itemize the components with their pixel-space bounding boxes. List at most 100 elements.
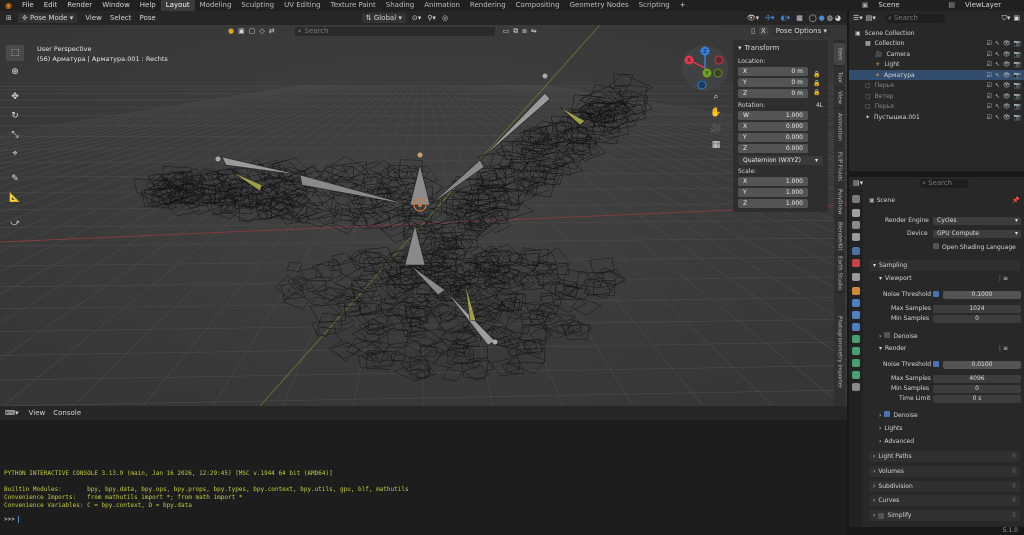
- eye-icon[interactable]: 👁: [1003, 51, 1011, 58]
- noise-threshold-checkbox[interactable]: [933, 291, 942, 299]
- rotate-icon[interactable]: ↻: [6, 108, 24, 124]
- menu-help[interactable]: Help: [135, 0, 161, 11]
- particles-tab-icon[interactable]: [852, 311, 860, 319]
- sidebar-tab-polydraw[interactable]: PolyDraw: [834, 187, 845, 217]
- measure-icon[interactable]: 📐: [6, 190, 24, 206]
- new-collection-icon[interactable]: ▣: [1013, 14, 1020, 22]
- tab-rendering[interactable]: Rendering: [465, 0, 511, 11]
- select-arrow-icon[interactable]: ↖: [995, 103, 1000, 110]
- drag-handle-icon[interactable]: ⠿: [1012, 468, 1016, 475]
- bone-constraint-tab-icon[interactable]: [852, 371, 860, 379]
- tab-shading[interactable]: Shading: [381, 0, 419, 11]
- time-limit-field[interactable]: 0 s: [933, 395, 1021, 403]
- scale-y-field[interactable]: Y 1.000: [738, 188, 808, 197]
- outliner-row[interactable]: ▢ Перья ☑ ↖ 👁 📷: [849, 81, 1024, 91]
- rotation-x-field[interactable]: X 0.000: [738, 122, 808, 131]
- eye-icon[interactable]: 👁: [1003, 82, 1011, 89]
- physics-tab-icon[interactable]: [852, 323, 860, 331]
- render-engine-select[interactable]: Cycles ▾: [933, 217, 1021, 225]
- curves-section[interactable]: › Curves ⠿: [869, 495, 1020, 506]
- outliner-row[interactable]: ▢ Ветер ☑ ↖ 👁 📷: [849, 91, 1024, 101]
- viewport-noise-threshold-field[interactable]: 0.1000: [943, 291, 1021, 299]
- orientation-selector[interactable]: ⇅ Global ▾: [361, 13, 406, 23]
- checkbox-icon[interactable]: ☑: [986, 82, 991, 89]
- toggle-icon[interactable]: ▭: [503, 27, 510, 35]
- checkbox-icon[interactable]: ☑: [986, 103, 991, 110]
- outliner-row[interactable]: ▣ Scene Collection: [849, 28, 1024, 38]
- sampling-section[interactable]: ▾ Sampling: [869, 260, 1020, 271]
- location-y-field[interactable]: Y 0 m: [738, 78, 808, 87]
- camera-render-icon[interactable]: 📷: [1014, 82, 1021, 89]
- view-layer-selector[interactable]: ViewLayer: [960, 0, 1024, 11]
- subdivision-section[interactable]: › Subdivision ⠿: [869, 481, 1020, 492]
- select-arrow-icon[interactable]: ↖: [995, 51, 1000, 58]
- outliner-row[interactable]: ▦ Collection ☑ ↖ 👁 📷: [849, 39, 1024, 49]
- bone-tab-icon[interactable]: [852, 359, 860, 367]
- object-tab-icon[interactable]: [852, 287, 860, 295]
- material-tab-icon[interactable]: [852, 383, 860, 391]
- panel-icon[interactable]: ▯: [751, 27, 755, 35]
- location-x-field[interactable]: X 0 m: [738, 67, 808, 76]
- properties-search[interactable]: ⌕ Search: [919, 178, 970, 188]
- outliner-row[interactable]: ✦ Пустышка.001 ☑ ↖ 👁 📷: [849, 112, 1024, 122]
- editor-type-icon[interactable]: ⊞: [6, 14, 12, 22]
- presets-icon[interactable]: ⋮≡: [997, 345, 1008, 352]
- close-filter-button[interactable]: X: [759, 27, 768, 35]
- lock-icon[interactable]: 🔒: [813, 89, 820, 96]
- outliner-search[interactable]: ⌕ Search: [884, 13, 945, 23]
- sidebar-tab-item[interactable]: Item: [834, 43, 845, 65]
- tab-geometry-nodes[interactable]: Geometry Nodes: [565, 0, 634, 11]
- tab-layout[interactable]: Layout: [160, 0, 195, 11]
- presets-icon[interactable]: ⋮≡: [997, 275, 1008, 282]
- flip-icon[interactable]: ⇋: [531, 27, 537, 35]
- pivot-icon[interactable]: ⊙▾: [412, 14, 421, 22]
- tab-uv-editing[interactable]: UV Editing: [279, 0, 326, 11]
- drag-handle-icon[interactable]: ⠿: [1012, 512, 1016, 519]
- visibility-icon[interactable]: 👁▾: [747, 14, 759, 22]
- menu-console[interactable]: Console: [53, 409, 81, 417]
- camera-render-icon[interactable]: 📷: [1014, 72, 1021, 79]
- view-layer-tab-icon[interactable]: [852, 233, 860, 241]
- simplify-section[interactable]: › Simplify ⠿: [869, 510, 1020, 521]
- eye-icon[interactable]: 👁: [1003, 72, 1011, 79]
- checkbox-icon[interactable]: ☑: [986, 93, 991, 100]
- rotation-w-field[interactable]: W 1.000: [738, 111, 808, 120]
- tab-texture-paint[interactable]: Texture Paint: [326, 0, 381, 11]
- light-paths-section[interactable]: › Light Paths ⠿: [869, 451, 1020, 462]
- checkbox-icon[interactable]: ☑: [986, 40, 991, 47]
- outliner-editor-icon[interactable]: ☰▾: [853, 14, 863, 22]
- modifiers-tab-icon[interactable]: [852, 299, 860, 307]
- scene-selector[interactable]: Scene: [873, 0, 943, 11]
- mode-selector[interactable]: ✥ Pose Mode ▾: [17, 13, 78, 23]
- sidebar-tab-tool[interactable]: Tool: [834, 67, 845, 87]
- properties-editor-icon[interactable]: ▤▾: [853, 179, 863, 187]
- drag-handle-icon[interactable]: ⠿: [1012, 483, 1016, 490]
- eye-icon[interactable]: 👁: [1003, 40, 1011, 47]
- tool-tab-icon[interactable]: [852, 195, 860, 203]
- lights-subsection[interactable]: › Lights: [879, 425, 903, 432]
- add-workspace-button[interactable]: +: [675, 0, 691, 11]
- sidebar-tab-earth-studio[interactable]: Earth Studio: [834, 255, 845, 291]
- render-tab-icon[interactable]: [852, 209, 860, 217]
- sidebar-tab-blenderkit[interactable]: BlenderKit: [834, 219, 845, 253]
- outliner-row[interactable]: ☀ Light ☑ ↖ 👁 📷: [849, 60, 1024, 70]
- drag-handle-icon[interactable]: ⠿: [1012, 453, 1016, 460]
- proportional-edit-icon[interactable]: ◎: [442, 14, 448, 22]
- menu-file[interactable]: File: [17, 0, 39, 11]
- drag-handle-icon[interactable]: ⠿: [1012, 497, 1016, 504]
- 3d-viewport[interactable]: User Perspective (56) Арматура | Арматур…: [0, 25, 847, 406]
- rotation-z-field[interactable]: Z 0.000: [738, 144, 808, 153]
- navigation-gizmo[interactable]: X Z Y: [680, 43, 730, 93]
- render-min-samples-field[interactable]: 0: [933, 385, 1021, 393]
- select-arrow-icon[interactable]: ↖: [995, 40, 1000, 47]
- render-max-samples-field[interactable]: 4096: [933, 375, 1021, 383]
- pose-options-button[interactable]: Pose Options ▾: [771, 26, 831, 36]
- checkbox-icon[interactable]: ☑: [986, 114, 991, 121]
- sidebar-tab-view[interactable]: View: [834, 89, 845, 107]
- shading-material-icon[interactable]: ◍: [827, 14, 833, 22]
- viewport-denoise-subsection[interactable]: › Denoise: [879, 332, 918, 340]
- transform-icon[interactable]: ⌖: [6, 146, 24, 162]
- python-console[interactable]: ⌨▾ View Console PYTHON INTERACTIVE CONSO…: [0, 406, 847, 535]
- select-box-icon[interactable]: ⬚: [6, 45, 24, 61]
- render-noise-threshold-field[interactable]: 0.0100: [943, 361, 1021, 369]
